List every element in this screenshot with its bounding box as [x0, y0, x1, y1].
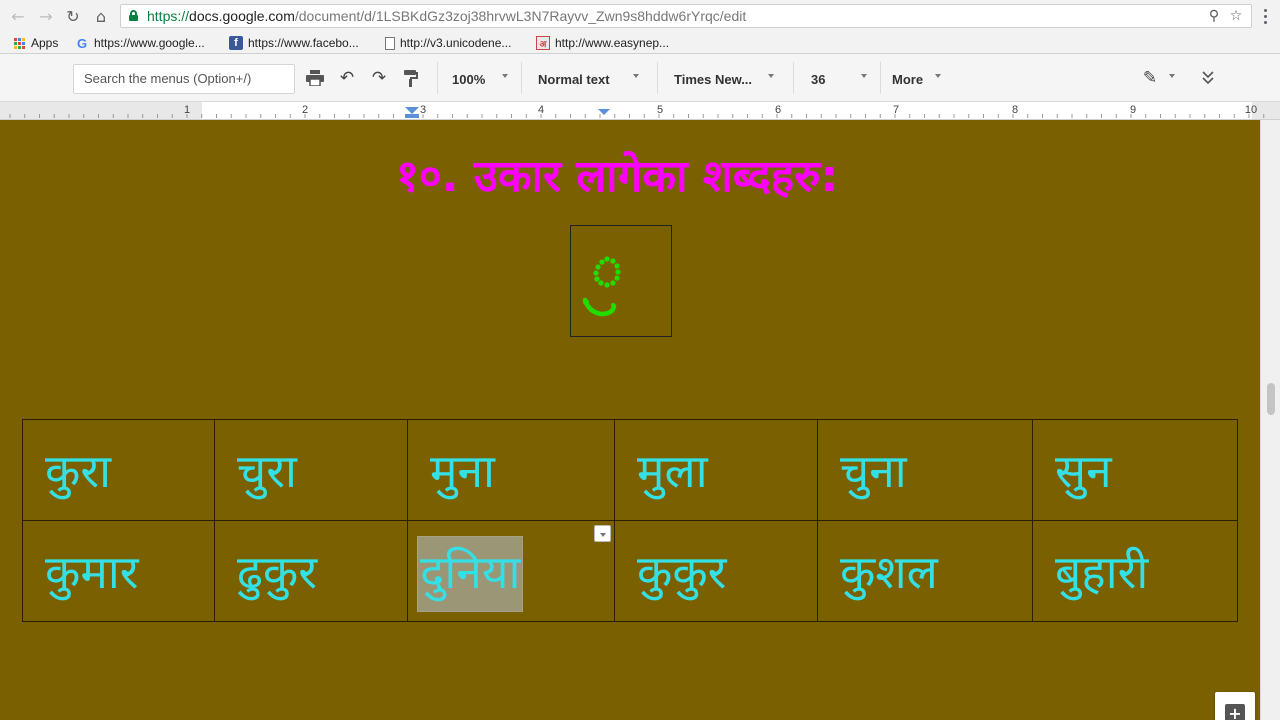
editing-pencil-icon[interactable]: ✎ [1139, 67, 1161, 89]
font-size-caret-icon [861, 74, 867, 78]
search-menus-input[interactable]: Search the menus (Option+/) [73, 64, 295, 94]
url-text: https://docs.google.com/document/d/1LSBK… [147, 8, 747, 24]
redo-icon[interactable]: ↷ [368, 67, 390, 89]
ruler-number: 8 [1011, 104, 1019, 116]
apps-grid-icon [12, 36, 26, 50]
table-cell[interactable]: ढुकुर [214, 520, 408, 622]
ruler-number: 5 [656, 104, 664, 116]
google-icon: G [76, 35, 88, 51]
docs-toolbar: Search the menus (Option+/) ↶ ↷ 100% Nor… [0, 54, 1280, 102]
ruler-number: 4 [537, 104, 545, 116]
ruler-number: 7 [892, 104, 900, 116]
table-cell[interactable]: कुमार [22, 520, 215, 622]
explore-plus-icon: + [1225, 704, 1245, 720]
words-table[interactable]: कुरा चुरा मुना मुला चुना सुन कुमार ढुकुर… [22, 419, 1238, 622]
font-dropdown[interactable]: Times New... [674, 69, 752, 89]
home-icon[interactable]: ⌂ [91, 6, 111, 26]
bookmarks-bar: Apps G https://www.google... f https://w… [0, 32, 1280, 54]
table-cell[interactable]: चुरा [214, 419, 408, 521]
word-text: कुरा [45, 444, 112, 498]
more-caret-icon [935, 74, 941, 78]
word-text: कुशल [840, 545, 938, 599]
back-arrow-icon[interactable]: ← [8, 6, 28, 26]
word-text: मुना [430, 444, 495, 498]
style-caret-icon [633, 74, 639, 78]
cell-menu-dropdown-icon[interactable] [594, 525, 611, 542]
word-text: चुरा [237, 444, 297, 498]
scrollbar-thumb[interactable] [1267, 383, 1275, 415]
table-cell[interactable]: कुकुर [614, 520, 818, 622]
more-button[interactable]: More [892, 69, 923, 89]
table-cell[interactable]: कुरा [22, 419, 215, 521]
table-cell[interactable]: बुहारी [1032, 520, 1238, 622]
bookmark-label: https://www.facebo... [248, 36, 359, 50]
bookmark-easynepali[interactable]: अ http://www.easynep... [536, 35, 669, 51]
letter-stroke-image [570, 225, 672, 337]
zoom-caret-icon [502, 74, 508, 78]
collapse-chevron-icon[interactable] [1197, 67, 1219, 89]
bookmark-google[interactable]: G https://www.google... [75, 35, 205, 51]
ruler-number: 10 [1244, 104, 1258, 116]
table-cell[interactable]: कुशल [817, 520, 1033, 622]
page-icon [385, 36, 395, 50]
document-page[interactable]: १०. उकार लागेका शब्दहरु: कुरा चुरा मुना … [0, 120, 1260, 720]
table-row: कुरा चुरा मुना मुला चुना सुन [22, 419, 1238, 521]
ruler[interactable]: 1 2 3 4 5 6 7 8 9 10 [0, 102, 1280, 120]
bookmark-star-icon[interactable]: ☆ [1227, 7, 1245, 25]
address-bar: ← → ↻ ⌂ https://docs.google.com/document… [0, 0, 1280, 32]
bookmark-label: http://www.easynep... [555, 36, 670, 50]
ruler-number: 2 [301, 104, 309, 116]
devanagari-a-icon: अ [536, 36, 550, 50]
print-icon[interactable] [304, 67, 326, 89]
bookmark-facebook[interactable]: f https://www.facebo... [229, 35, 359, 51]
bookmark-unicode[interactable]: http://v3.unicodene... [385, 35, 511, 51]
table-cell[interactable]: मुला [614, 419, 818, 521]
document-heading: १०. उकार लागेका शब्दहरु: [395, 151, 839, 202]
word-text: चुना [840, 444, 907, 498]
ruler-ticks [0, 102, 1280, 119]
undo-icon[interactable]: ↶ [336, 67, 358, 89]
url-field[interactable]: https://docs.google.com/document/d/1LSBK… [120, 4, 1252, 28]
table-cell[interactable]: सुन [1032, 419, 1238, 521]
bookmark-label: Apps [31, 36, 59, 50]
browser-menu-icon[interactable] [1257, 6, 1273, 26]
table-cell[interactable]: मुना [407, 419, 615, 521]
table-cell[interactable]: चुना [817, 419, 1033, 521]
word-text: मुला [637, 444, 708, 498]
facebook-icon: f [229, 36, 243, 50]
browser-window: ← → ↻ ⌂ https://docs.google.com/document… [0, 0, 1280, 720]
bookmark-label: https://www.google... [94, 36, 205, 50]
ruler-number: 1 [183, 104, 191, 116]
ruler-number: 6 [774, 104, 782, 116]
font-size-dropdown[interactable]: 36 [811, 69, 825, 89]
mode-caret-icon [1169, 74, 1175, 78]
style-dropdown[interactable]: Normal text [538, 69, 610, 89]
vertical-scrollbar[interactable] [1260, 120, 1280, 720]
table-row: कुमार ढुकुर दुनिया कुकुर कुशल बुहारी [22, 520, 1238, 622]
zoom-dropdown[interactable]: 100% [452, 69, 485, 89]
word-text: कुकुर [637, 545, 727, 599]
bookmark-apps[interactable]: Apps [12, 35, 58, 51]
word-text: बुहारी [1055, 545, 1149, 599]
ruler-number: 9 [1129, 104, 1137, 116]
selected-word-text: दुनिया [416, 536, 524, 612]
word-text: सुन [1055, 444, 1112, 498]
ruler-number: 3 [419, 104, 427, 116]
zoom-magnifier-icon[interactable]: ⚲ [1205, 7, 1223, 25]
lock-icon [129, 10, 138, 21]
bookmark-label: http://v3.unicodene... [400, 36, 512, 50]
explore-button[interactable]: + [1215, 692, 1255, 720]
table-cell-selected[interactable]: दुनिया [407, 520, 615, 622]
forward-arrow-icon[interactable]: → [36, 6, 56, 26]
reload-icon[interactable]: ↻ [63, 6, 83, 26]
paint-format-icon[interactable] [400, 67, 422, 89]
dotted-letter-u-icon [582, 256, 621, 317]
font-caret-icon [768, 74, 774, 78]
word-text: कुमार [45, 545, 139, 599]
word-text: ढुकुर [237, 545, 318, 599]
